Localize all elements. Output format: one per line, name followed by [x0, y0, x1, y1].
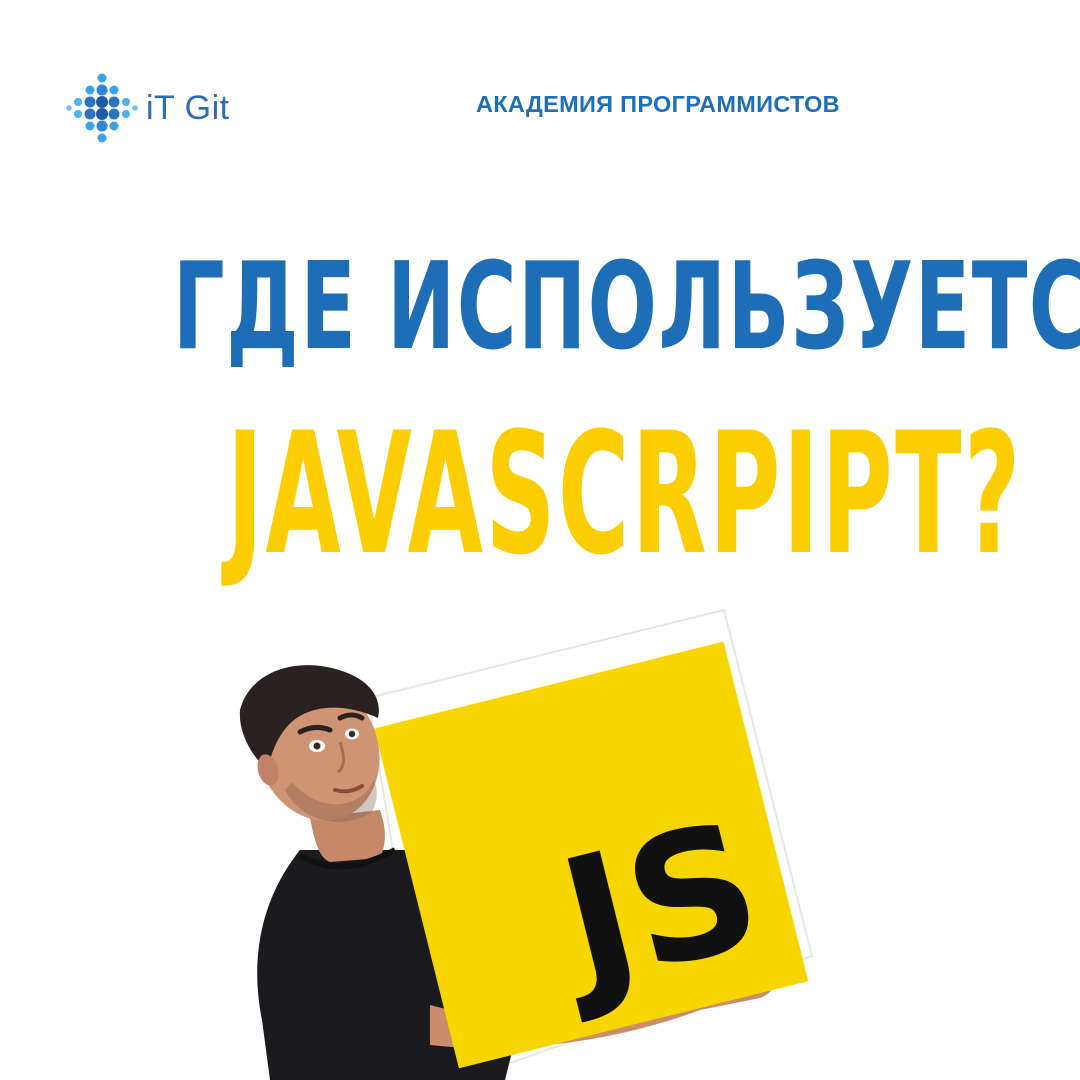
headline-line-2: JAVASCRPIPT?: [226, 396, 1023, 592]
headline-line-1: ГДЕ ИСПОЛЬЗУЕТСЯ: [172, 238, 1080, 377]
man-holding-js-box-illustration: JS: [239, 608, 814, 1080]
academy-tagline: АКАДЕМИЯ ПРОГРАММИСТОВ: [476, 91, 840, 117]
poster: iT Git АКАДЕМИЯ ПРОГРАММИСТОВ ГДЕ ИСПОЛЬ…: [0, 0, 1080, 1080]
logo-text: iT Git: [146, 89, 230, 127]
brand-logo: iT Git: [66, 72, 230, 144]
dot-grid-logo-icon: [66, 73, 138, 143]
